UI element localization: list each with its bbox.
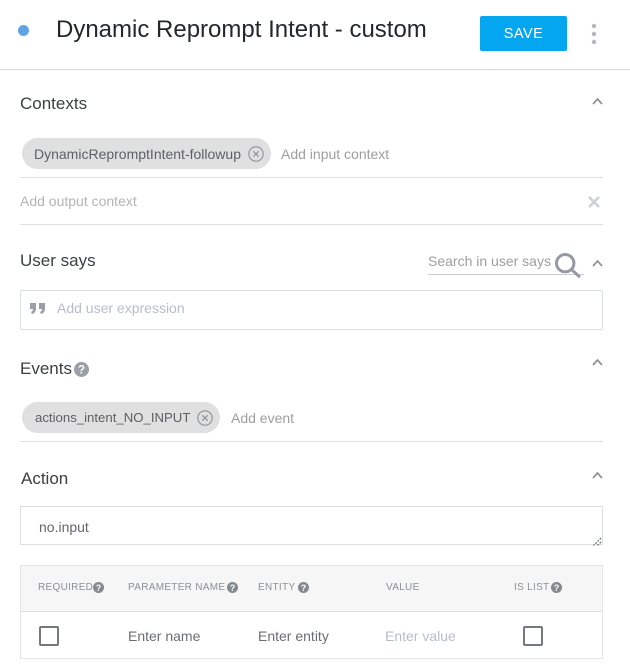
svg-text:?: ?: [230, 583, 235, 593]
svg-text:?: ?: [301, 583, 306, 593]
svg-text:?: ?: [96, 583, 101, 593]
svg-text:?: ?: [554, 583, 559, 593]
svg-text:?: ?: [78, 365, 85, 377]
